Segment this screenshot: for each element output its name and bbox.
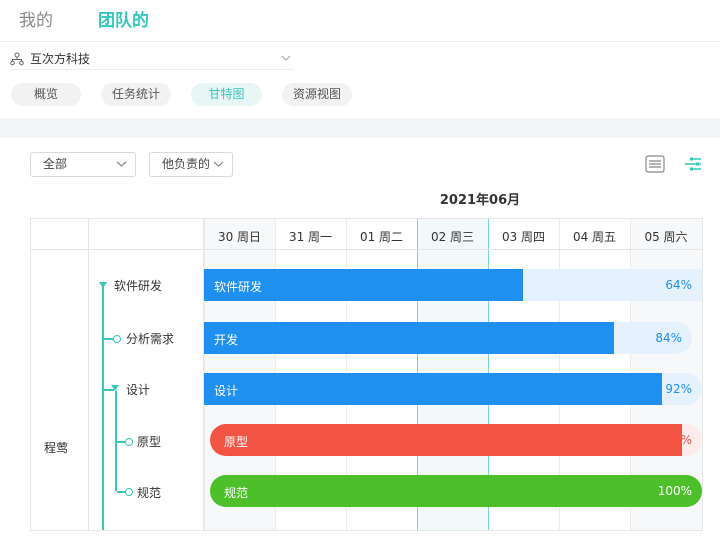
owner-value: 他负责的 (162, 157, 211, 171)
tree-connector (102, 287, 104, 530)
node-dot-icon (113, 335, 121, 343)
column-divider (88, 219, 89, 530)
assignee-name: 程莺 (44, 441, 69, 455)
gantt-view-icon[interactable] (683, 155, 703, 173)
task-bar-label: 软件研发 (214, 280, 263, 294)
scope-value: 全部 (43, 157, 68, 171)
task-bar-label: 规范 (224, 486, 249, 500)
chevron-down-icon (116, 161, 127, 167)
task-bar-label: 设计 (214, 384, 239, 398)
day-header: 30 周日 (217, 230, 262, 244)
day-header: 31 周一 (288, 230, 333, 244)
chevron-down-icon (281, 55, 291, 61)
org-name: 互次方科技 (30, 52, 91, 66)
tab-overview[interactable]: 概览 (11, 83, 81, 106)
chevron-down-icon (213, 161, 224, 167)
top-tab-bar: 我的 团队的 (0, 0, 720, 42)
task-bar-label: 原型 (224, 435, 249, 449)
task-bar-fill[interactable] (210, 475, 702, 507)
task-name[interactable]: 原型 (137, 433, 161, 450)
day-header: 03 周四 (501, 230, 546, 244)
task-name[interactable]: 设计 (126, 381, 150, 398)
task-name[interactable]: 分析需求 (126, 330, 174, 347)
gantt-grid: 30 周日 31 周一 01 周二 02 周三 03 周四 04 周五 05 周… (30, 218, 703, 531)
node-dot-icon (125, 488, 133, 496)
task-bar-label: 开发 (214, 333, 239, 347)
collapse-toggle-icon[interactable] (111, 385, 119, 391)
day-header: 02 周三 (430, 230, 475, 244)
day-header: 05 周六 (644, 230, 688, 244)
task-percent: 100% (657, 484, 692, 498)
task-name[interactable]: 软件研发 (114, 277, 162, 294)
task-bar-fill[interactable] (210, 424, 682, 456)
task-bar-fill[interactable] (204, 373, 662, 405)
section-divider (0, 118, 720, 138)
task-percent: 92% (665, 382, 692, 396)
gantt-month-title: 2021年06月 (439, 193, 521, 208)
node-dot-icon (125, 438, 133, 446)
tab-gantt[interactable]: 甘特图 (191, 83, 262, 106)
org-selector[interactable]: 互次方科技 (10, 48, 294, 70)
owner-dropdown[interactable]: 他负责的 (149, 152, 233, 177)
task-percent: 84% (655, 331, 682, 345)
tab-team[interactable]: 团队的 (98, 6, 149, 31)
org-tree-icon (10, 52, 24, 66)
gantt-header-row: 30 周日 31 周一 01 周二 02 周三 03 周四 04 周五 05 周… (31, 219, 702, 250)
task-bar-fill[interactable] (204, 322, 614, 354)
scope-dropdown[interactable]: 全部 (30, 152, 136, 177)
collapse-toggle-icon[interactable] (99, 282, 107, 288)
task-percent: 64% (665, 278, 692, 292)
task-name[interactable]: 规范 (137, 484, 161, 501)
day-header: 01 周二 (359, 230, 404, 244)
tab-resource-view[interactable]: 资源视图 (282, 83, 352, 106)
day-header: 04 周五 (572, 230, 617, 244)
list-view-icon[interactable] (645, 155, 665, 173)
tab-task-stats[interactable]: 任务统计 (101, 83, 171, 106)
task-percent: 96% (665, 433, 692, 447)
tab-mine[interactable]: 我的 (19, 6, 53, 31)
